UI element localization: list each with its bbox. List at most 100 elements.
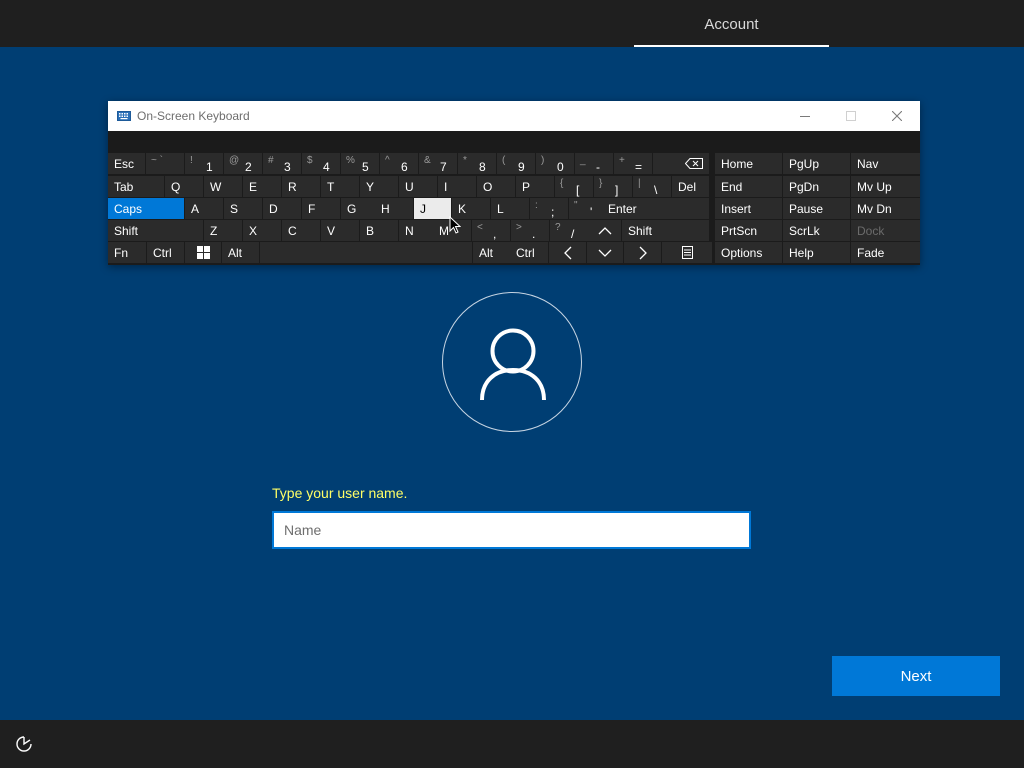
next-button[interactable]: Next <box>832 656 1000 696</box>
key-mv-dn[interactable]: Mv Dn <box>851 198 920 219</box>
key-ctrl[interactable]: Ctrl <box>510 242 548 263</box>
key-h[interactable]: H <box>375 198 413 219</box>
key-mv-up[interactable]: Mv Up <box>851 176 920 197</box>
ease-of-access-button[interactable] <box>8 728 40 760</box>
key-o[interactable]: O <box>477 176 515 197</box>
key-t[interactable]: T <box>321 176 359 197</box>
key-e[interactable]: E <box>243 176 281 197</box>
tab-underline <box>634 45 829 47</box>
key-dock[interactable]: Dock <box>851 220 920 241</box>
key-caps[interactable]: Caps <box>108 198 184 219</box>
key-c46[interactable]: >. <box>511 220 549 241</box>
key-help[interactable]: Help <box>783 242 850 263</box>
key-home[interactable]: Home <box>715 153 782 174</box>
key-c44[interactable]: <, <box>472 220 510 241</box>
key-del[interactable]: Del <box>672 176 709 197</box>
key-c45[interactable]: _ - <box>575 153 613 174</box>
key-g[interactable]: G <box>341 198 379 219</box>
key-9[interactable]: (9 <box>497 153 535 174</box>
key-end[interactable]: End <box>715 176 782 197</box>
key-7[interactable]: & 7 <box>419 153 457 174</box>
menu-key-icon <box>662 242 712 263</box>
key-pause[interactable]: Pause <box>783 198 850 219</box>
key-label: C <box>288 224 297 238</box>
key-ctrl[interactable]: Ctrl <box>147 242 184 263</box>
key-arrow-up[interactable] <box>588 220 621 241</box>
key-j[interactable]: J <box>414 198 451 219</box>
user-name-input[interactable] <box>272 511 751 549</box>
key-c126c32c96[interactable]: ~ ` <box>146 153 184 174</box>
key-4[interactable]: $4 <box>302 153 340 174</box>
key-l[interactable]: L <box>491 198 529 219</box>
key-backspace[interactable] <box>653 153 709 174</box>
key-prtscn[interactable]: PrtScn <box>715 220 782 241</box>
key-y[interactable]: Y <box>360 176 398 197</box>
key-shift[interactable]: Shift <box>108 220 203 241</box>
key-w[interactable]: W <box>204 176 242 197</box>
key-shift-label: ^ <box>385 155 390 166</box>
key-arrow-left[interactable] <box>549 242 586 263</box>
key-i[interactable]: I <box>438 176 476 197</box>
key-d[interactable]: D <box>263 198 301 219</box>
key-space[interactable] <box>260 242 472 263</box>
key-fade[interactable]: Fade <box>851 242 920 263</box>
key-shift[interactable]: Shift <box>622 220 709 241</box>
key-label: Ctrl <box>153 246 172 260</box>
key-6[interactable]: ^ 6 <box>380 153 418 174</box>
key-shift-label: ! <box>190 155 193 166</box>
key-shift-label: # <box>268 155 274 166</box>
key-label: Shift <box>114 224 139 238</box>
key-p[interactable]: P <box>516 176 554 197</box>
tab-account[interactable]: Account <box>634 0 829 47</box>
key-nav[interactable]: Nav <box>851 153 920 174</box>
key-esc[interactable]: Esc <box>108 153 145 174</box>
key-c47[interactable]: ? / <box>550 220 588 241</box>
key-menu-key[interactable] <box>662 242 712 263</box>
key-1[interactable]: ! 1 <box>185 153 223 174</box>
key-a[interactable]: A <box>185 198 223 219</box>
key-c[interactable]: C <box>282 220 320 241</box>
key-2[interactable]: @2 <box>224 153 262 174</box>
key-enter[interactable]: Enter <box>602 198 709 219</box>
key-arrow-down[interactable] <box>587 242 623 263</box>
key-z[interactable]: Z <box>204 220 242 241</box>
key-3[interactable]: #3 <box>263 153 301 174</box>
key-0[interactable]: ) 0 <box>536 153 574 174</box>
key-windows-logo[interactable] <box>185 242 221 263</box>
key-alt[interactable]: Alt <box>222 242 259 263</box>
key-insert[interactable]: Insert <box>715 198 782 219</box>
key-8[interactable]: * 8 <box>458 153 496 174</box>
key-label: F <box>308 202 316 216</box>
key-label: PgDn <box>789 180 820 194</box>
key-5[interactable]: % 5 <box>341 153 379 174</box>
key-shift-label: @ <box>229 155 240 166</box>
key-fn[interactable]: Fn <box>108 242 146 263</box>
key-c92[interactable]: | \ <box>633 176 671 197</box>
key-tab[interactable]: Tab <box>108 176 164 197</box>
key-c91[interactable]: {[ <box>555 176 593 197</box>
key-f[interactable]: F <box>302 198 340 219</box>
key-options[interactable]: Options <box>715 242 782 263</box>
key-pgdn[interactable]: PgDn <box>783 176 850 197</box>
key-scrlk[interactable]: ScrLk <box>783 220 850 241</box>
key-c93[interactable]: }] <box>594 176 632 197</box>
key-label: Fade <box>857 246 885 260</box>
key-shift-label: | <box>638 178 641 189</box>
key-pgup[interactable]: PgUp <box>783 153 850 174</box>
user-avatar <box>442 292 582 432</box>
key-shift-label: " <box>574 200 578 211</box>
key-shift-label: * <box>463 155 467 166</box>
key-q[interactable]: Q <box>165 176 203 197</box>
key-x[interactable]: X <box>243 220 281 241</box>
key-label: G <box>347 202 357 216</box>
key-n[interactable]: N <box>399 220 437 241</box>
key-v[interactable]: V <box>321 220 359 241</box>
key-r[interactable]: R <box>282 176 320 197</box>
key-c59[interactable]: :; <box>530 198 568 219</box>
key-u[interactable]: U <box>399 176 437 197</box>
key-b[interactable]: B <box>360 220 398 241</box>
key-c61[interactable]: + = <box>614 153 652 174</box>
key-s[interactable]: S <box>224 198 262 219</box>
key-arrow-right[interactable] <box>624 242 661 263</box>
arrow-up-icon <box>588 220 621 241</box>
